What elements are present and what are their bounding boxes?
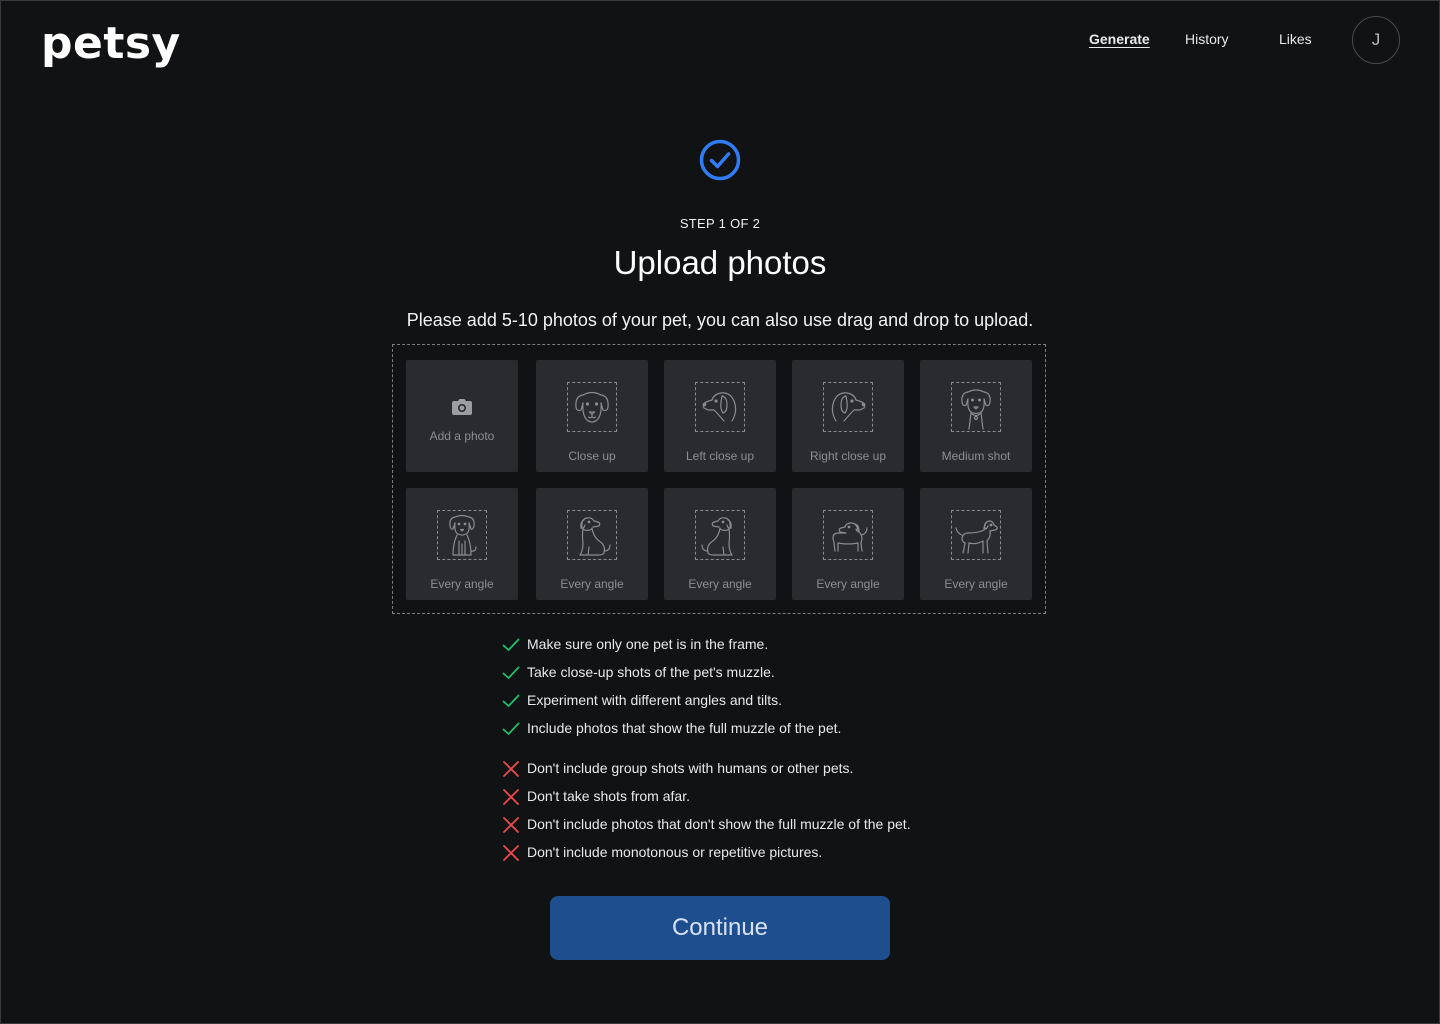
continue-button[interactable]: Continue	[550, 896, 890, 960]
tile-label: Every angle	[688, 577, 752, 591]
tile-label: Every angle	[430, 577, 494, 591]
avatar[interactable]: J	[1352, 16, 1400, 64]
dog-right-profile-icon	[831, 392, 866, 422]
dog-sitting-side-icon	[579, 517, 611, 556]
photo-slot-close-up[interactable]: Close up	[536, 360, 648, 472]
step-indicator: STEP 1 OF 2	[679, 216, 761, 231]
photo-slot-every-angle-4[interactable]: Every angle	[792, 488, 904, 600]
red-x-icon	[503, 789, 519, 805]
dog-standing-side-icon	[955, 520, 998, 554]
petsy-logo[interactable]: petsy	[41, 18, 181, 69]
tile-label: Every angle	[816, 577, 880, 591]
tile-label: Left close up	[685, 449, 755, 463]
photo-slot-left-close-up[interactable]: Left close up	[664, 360, 776, 472]
tile-label: Right close up	[809, 449, 887, 463]
dog-sitting-turned-icon	[701, 517, 733, 556]
tile-label: Medium shot	[941, 449, 1011, 463]
green-check-icon	[502, 722, 520, 735]
red-x-icon	[503, 845, 519, 861]
green-check-icon	[502, 638, 520, 651]
upload-instructions: Please add 5-10 photos of your pet, you …	[406, 310, 1034, 330]
dog-standing-icon	[832, 522, 868, 552]
dog-front-face-icon	[575, 391, 609, 423]
tile-label: Every angle	[560, 577, 624, 591]
red-x-icon	[503, 817, 519, 833]
nav-likes[interactable]: Likes	[1279, 31, 1312, 47]
photo-slot-medium-shot[interactable]: Medium shot	[920, 360, 1032, 472]
dog-medium-shot-icon	[961, 389, 991, 430]
red-x-icon	[503, 761, 519, 777]
photo-slot-right-close-up[interactable]: Right close up	[792, 360, 904, 472]
tile-label: Add a photo	[429, 429, 495, 443]
dog-left-profile-icon	[702, 392, 737, 422]
photo-slot-every-angle-1[interactable]: Every angle	[406, 488, 518, 600]
tile-label: Close up	[568, 449, 616, 463]
green-check-icon	[502, 666, 520, 679]
green-check-icon	[502, 694, 520, 707]
photo-slot-every-angle-3[interactable]: Every angle	[664, 488, 776, 600]
circle-check-icon	[699, 139, 741, 181]
photo-slot-every-angle-5[interactable]: Every angle	[920, 488, 1032, 600]
camera-icon	[452, 399, 472, 415]
page-title: Upload photos	[613, 244, 827, 281]
add-photo-button[interactable]: Add a photo	[406, 360, 518, 472]
photo-slot-every-angle-2[interactable]: Every angle	[536, 488, 648, 600]
dog-sitting-front-icon	[449, 514, 477, 556]
nav-generate[interactable]: Generate	[1089, 31, 1150, 47]
tile-label: Every angle	[944, 577, 1008, 591]
nav-history[interactable]: History	[1185, 31, 1229, 47]
